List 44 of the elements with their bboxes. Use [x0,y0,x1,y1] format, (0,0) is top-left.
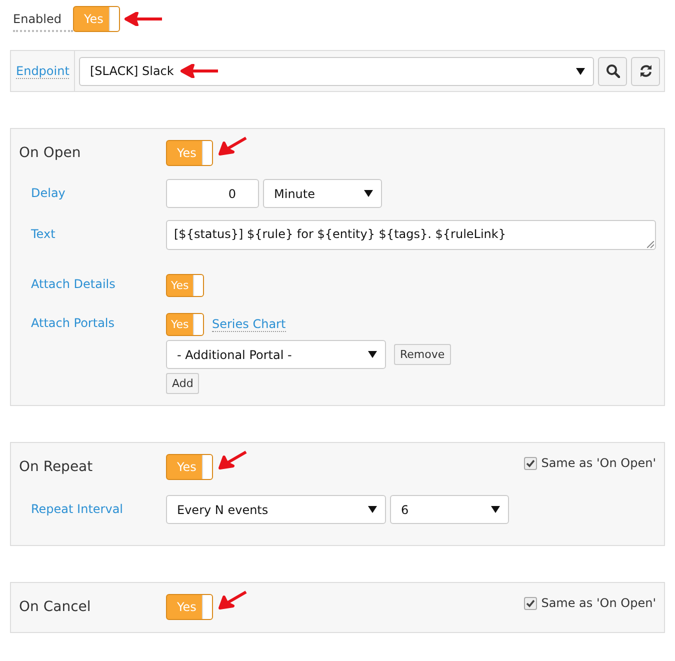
checkbox-label: Same as 'On Open' [541,596,656,610]
toggle-switch[interactable]: Yes [166,140,213,166]
toggle-switch[interactable]: Yes [166,313,204,336]
count-select[interactable]: 6 [390,495,509,524]
checkbox-label: Same as 'On Open' [541,456,656,470]
toggle-switch[interactable]: Yes [166,594,213,620]
unit-select[interactable]: Minute [263,179,382,208]
caret-icon [364,190,373,197]
checkbox[interactable] [524,456,538,470]
endpoint-select[interactable]: [SLACK] Slack [79,56,594,86]
toggle-switch[interactable]: Yes [166,454,213,480]
field-label[interactable]: Attach Portals [31,316,166,331]
arrow-icon [124,12,164,26]
search-button[interactable] [598,56,627,86]
interval-select[interactable]: Every N events [166,495,386,524]
caret-icon [368,351,377,358]
arrow-icon [218,590,248,610]
resize-grip-icon[interactable] [647,241,654,248]
field-label[interactable]: Attach Details [31,277,166,292]
field-label[interactable]: Text [31,227,166,242]
toggle-switch[interactable]: Yes [166,274,204,297]
add-button[interactable]: Add [166,373,200,394]
refresh-button[interactable] [631,56,660,86]
caret-icon [368,506,377,513]
portal-link[interactable]: Series Chart [212,317,286,332]
toggle-switch[interactable]: Yes [73,6,120,32]
field-label[interactable]: Repeat Interval [31,502,166,517]
caret-icon [576,68,585,74]
section-title: On Open [19,145,82,161]
number-input[interactable]: 0 [166,179,259,208]
arrow-icon [180,64,220,78]
caret-icon [491,506,500,513]
field-label[interactable]: Delay [31,186,166,201]
search-icon [606,64,620,78]
section-title: On Repeat [19,459,94,475]
endpoint-label[interactable]: Endpoint [16,64,70,78]
checkbox[interactable] [524,596,538,610]
refresh-icon [638,64,652,78]
text-area[interactable]: [${status}] ${rule} for ${entity} ${tags}. ${ruleLink} [166,220,656,250]
section-title: On Cancel [19,599,92,615]
arrow-icon [218,450,248,470]
portal-select[interactable]: - Additional Portal - [166,340,386,369]
arrow-icon [218,136,248,156]
remove-button[interactable]: Remove [394,344,451,365]
